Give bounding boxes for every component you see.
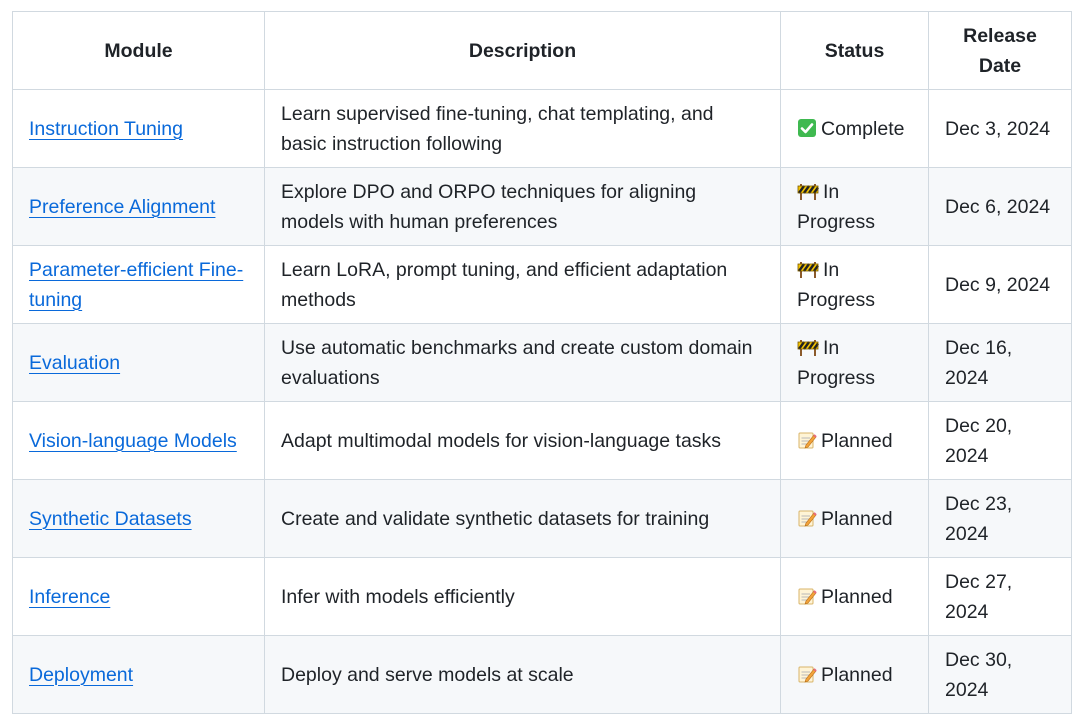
status-cell: In Progress — [780, 167, 929, 246]
memo-icon — [797, 430, 817, 450]
modules-table: Module Description Status Release Date I… — [12, 11, 1072, 714]
release-date-cell: Dec 23, 2024 — [928, 479, 1072, 558]
status-cell: Complete — [780, 89, 929, 168]
description-cell: Adapt multimodal models for vision-langu… — [264, 401, 781, 480]
status-cell: Planned — [780, 557, 929, 636]
module-cell: Parameter-efficient Fine-tuning — [12, 245, 265, 324]
header-description: Description — [264, 11, 781, 90]
status-label: Planned — [821, 507, 893, 530]
release-date-cell: Dec 20, 2024 — [928, 401, 1072, 480]
construction-icon — [797, 181, 819, 201]
status-label: Planned — [821, 663, 893, 686]
table-row: Inference Infer with models efficiently Pl… — [12, 557, 1072, 636]
table-row: Instruction Tuning Learn supervised fine-… — [12, 89, 1072, 168]
header-module: Module — [12, 11, 265, 90]
description-cell: Infer with models efficiently — [264, 557, 781, 636]
status-label: Complete — [821, 117, 905, 140]
construction-icon — [797, 259, 819, 279]
table-row: Deployment Deploy and serve models at sca… — [12, 635, 1072, 714]
memo-icon — [797, 664, 817, 684]
status-label: Planned — [821, 585, 893, 608]
module-link-inference[interactable]: Inference — [29, 586, 110, 608]
description-cell: Explore DPO and ORPO techniques for alig… — [264, 167, 781, 246]
module-cell: Synthetic Datasets — [12, 479, 265, 558]
description-cell: Create and validate synthetic datasets f… — [264, 479, 781, 558]
header-release-date: Release Date — [928, 11, 1072, 90]
description-cell: Deploy and serve models at scale — [264, 635, 781, 714]
release-date-cell: Dec 9, 2024 — [928, 245, 1072, 324]
table-row: Parameter-efficient Fine-tuning Learn LoR… — [12, 245, 1072, 324]
table-body: Instruction Tuning Learn supervised fine-… — [12, 89, 1072, 714]
check-mark-icon — [797, 118, 817, 138]
module-link-deployment[interactable]: Deployment — [29, 664, 133, 686]
description-cell: Learn supervised fine-tuning, chat templ… — [264, 89, 781, 168]
release-date-cell: Dec 27, 2024 — [928, 557, 1072, 636]
status-cell: Planned — [780, 401, 929, 480]
header-row: Module Description Status Release Date — [12, 11, 1072, 90]
table-row: Evaluation Use automatic benchmarks and c… — [12, 323, 1072, 402]
description-cell: Use automatic benchmarks and create cust… — [264, 323, 781, 402]
status-cell: In Progress — [780, 245, 929, 324]
module-cell: Vision-language Models — [12, 401, 265, 480]
module-cell: Preference Alignment — [12, 167, 265, 246]
status-label: Planned — [821, 429, 893, 452]
header-status: Status — [780, 11, 929, 90]
release-date-cell: Dec 16, 2024 — [928, 323, 1072, 402]
module-cell: Inference — [12, 557, 265, 636]
module-cell: Deployment — [12, 635, 265, 714]
construction-icon — [797, 337, 819, 357]
table-row: Preference Alignment Explore DPO and ORPO… — [12, 167, 1072, 246]
module-link-parameter-efficient-fine-tuning[interactable]: Parameter-efficient Fine-tuning — [29, 259, 243, 311]
status-cell: Planned — [780, 635, 929, 714]
status-cell: Planned — [780, 479, 929, 558]
memo-icon — [797, 508, 817, 528]
module-link-instruction-tuning[interactable]: Instruction Tuning — [29, 118, 183, 140]
release-date-cell: Dec 3, 2024 — [928, 89, 1072, 168]
module-link-vision-language-models[interactable]: Vision-language Models — [29, 430, 237, 452]
status-cell: In Progress — [780, 323, 929, 402]
module-cell: Evaluation — [12, 323, 265, 402]
table-row: Vision-language Models Adapt multimodal m… — [12, 401, 1072, 480]
module-link-preference-alignment[interactable]: Preference Alignment — [29, 196, 215, 218]
release-date-cell: Dec 6, 2024 — [928, 167, 1072, 246]
memo-icon — [797, 586, 817, 606]
module-cell: Instruction Tuning — [12, 89, 265, 168]
description-cell: Learn LoRA, prompt tuning, and efficient… — [264, 245, 781, 324]
module-link-synthetic-datasets[interactable]: Synthetic Datasets — [29, 508, 192, 530]
table-row: Synthetic Datasets Create and validate sy… — [12, 479, 1072, 558]
release-date-cell: Dec 30, 2024 — [928, 635, 1072, 714]
module-link-evaluation[interactable]: Evaluation — [29, 352, 120, 374]
